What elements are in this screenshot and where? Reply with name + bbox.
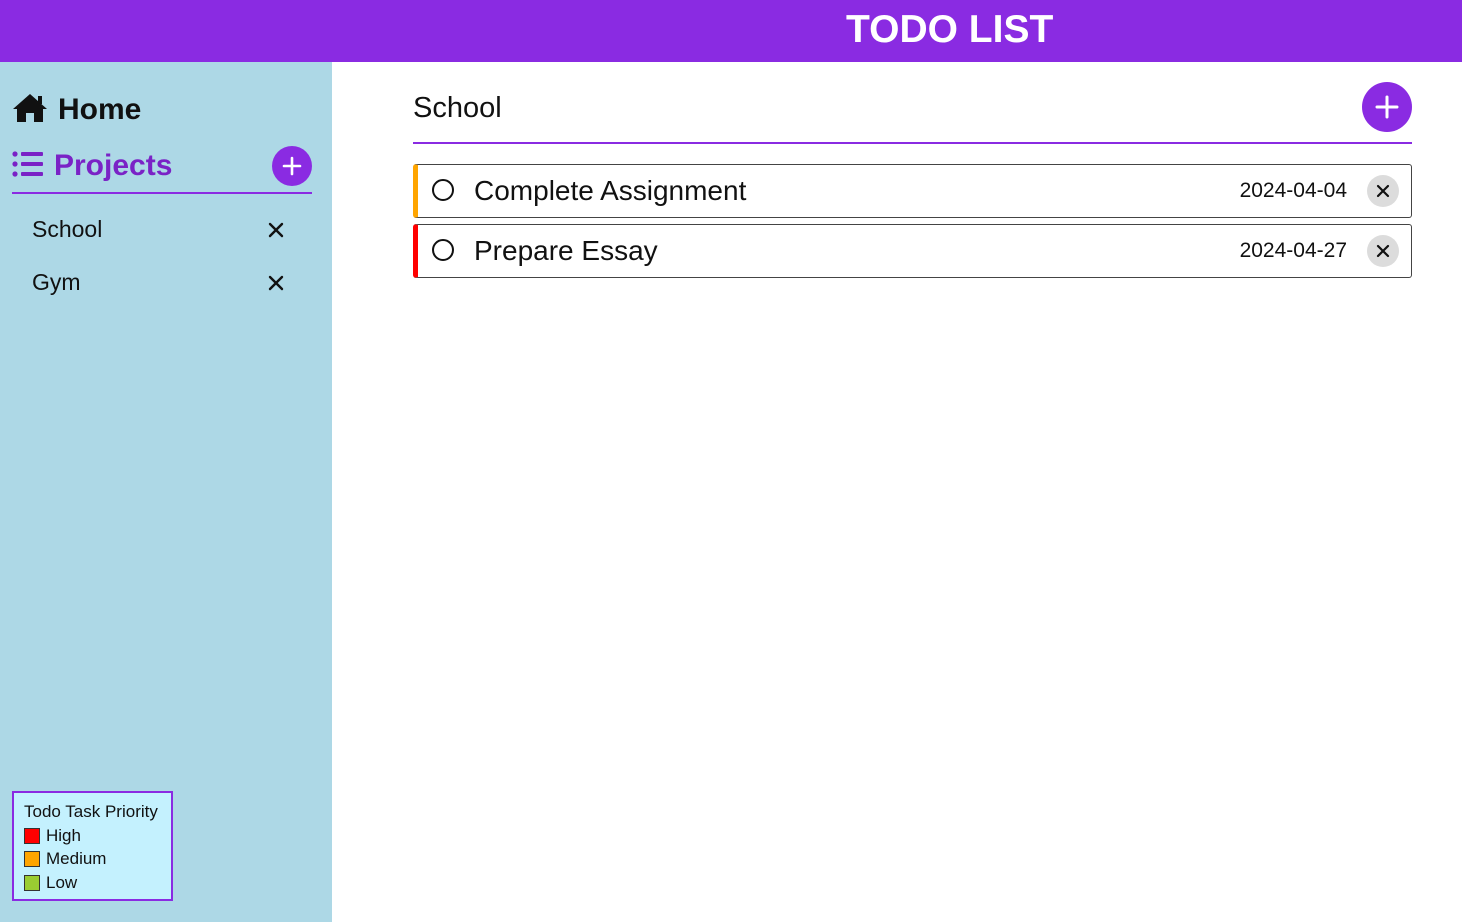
projects-section-header: Projects [12, 142, 312, 194]
todo-title: Prepare Essay [474, 235, 658, 266]
legend-label: Medium [46, 849, 107, 869]
todo-item[interactable]: Prepare Essay 2024-04-27 [413, 224, 1412, 278]
todo-due-date: 2024-04-04 [1239, 179, 1347, 202]
delete-project-button[interactable] [264, 271, 288, 295]
legend-swatch-medium [24, 851, 40, 868]
todo-item[interactable]: Complete Assignment 2024-04-04 [413, 164, 1412, 218]
close-icon [268, 275, 284, 291]
legend-label: High [46, 825, 81, 845]
legend-swatch-high [24, 827, 40, 844]
plus-icon [1375, 95, 1399, 119]
complete-checkbox[interactable] [432, 239, 454, 261]
project-item-gym[interactable]: Gym [12, 257, 312, 310]
legend-item-medium: Medium [24, 848, 171, 872]
home-icon [12, 92, 48, 129]
delete-project-button[interactable] [264, 218, 288, 242]
delete-todo-button[interactable] [1367, 175, 1399, 207]
plus-icon [282, 156, 302, 176]
todo-title: Complete Assignment [474, 175, 747, 206]
legend-swatch-low [24, 874, 40, 891]
add-project-button[interactable] [272, 146, 312, 186]
priority-legend: Todo Task Priority High Medium Low [12, 791, 173, 901]
app-title: TODO LIST [846, 8, 1054, 51]
project-name: Gym [32, 269, 81, 295]
home-label: Home [58, 93, 142, 126]
project-name: School [32, 216, 103, 242]
todo-list: Complete Assignment 2024-04-04 Prepare E… [413, 164, 1412, 284]
close-icon [268, 222, 284, 238]
close-icon [1376, 184, 1390, 198]
complete-checkbox[interactable] [432, 179, 454, 201]
project-header: School [413, 82, 1412, 144]
home-nav-item[interactable]: Home [12, 90, 141, 130]
todo-due-date: 2024-04-27 [1239, 239, 1347, 262]
legend-item-low: Low [24, 871, 171, 895]
project-item-school[interactable]: School [12, 204, 312, 257]
projects-heading: Projects [12, 148, 172, 184]
close-icon [1376, 244, 1390, 258]
project-title: School [413, 92, 502, 124]
project-list: School Gym [12, 204, 312, 310]
legend-label: Low [46, 872, 78, 892]
main-content: School Complete Assignment 2024-04-04 Pr… [333, 62, 1462, 922]
projects-label: Projects [54, 149, 173, 182]
list-icon [12, 150, 44, 183]
app-header: TODO LIST [0, 0, 1462, 62]
legend-title: Todo Task Priority [24, 802, 158, 821]
add-todo-button[interactable] [1362, 82, 1412, 132]
delete-todo-button[interactable] [1367, 235, 1399, 267]
sidebar: Home Projects School Gym Todo Task Prior… [0, 62, 332, 922]
legend-item-high: High [24, 824, 171, 848]
